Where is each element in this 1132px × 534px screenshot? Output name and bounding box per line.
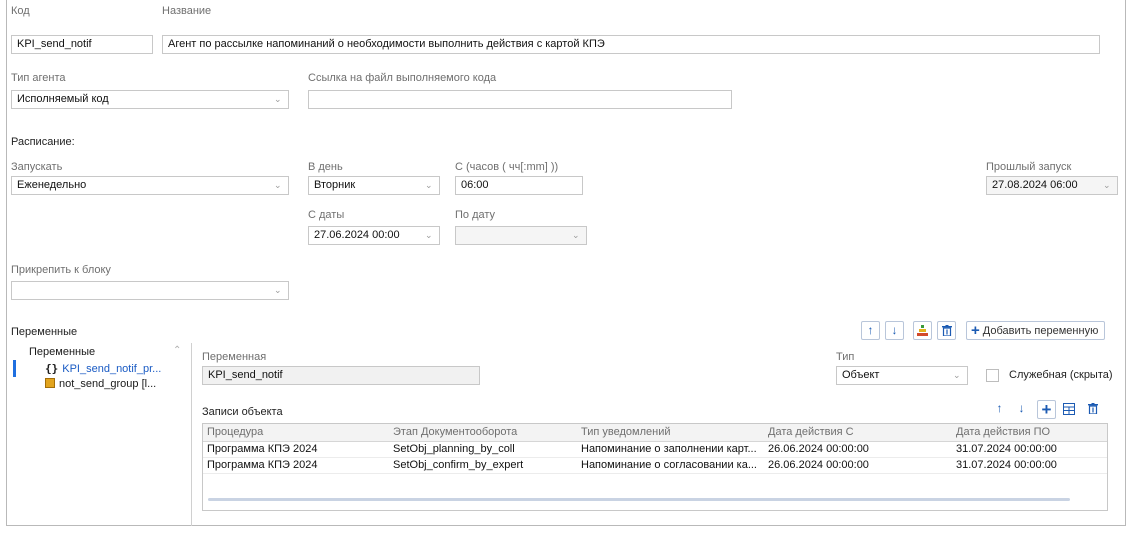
add-variable-button[interactable]: + Добавить переменную [966, 321, 1106, 340]
code-link-field[interactable] [308, 90, 732, 109]
table-cell: 31.07.2024 00:00:00 [952, 457, 1107, 474]
run-value: Еженедельно [17, 179, 87, 191]
column-header[interactable]: Дата действия ПО [952, 424, 1107, 442]
trash-icon [1087, 403, 1098, 415]
add-variable-label: Добавить переменную [982, 325, 1099, 337]
column-header[interactable]: Процедура [203, 424, 389, 442]
table-cell: 26.06.2024 00:00:00 [764, 441, 952, 458]
arrow-up-icon: ↑ [867, 323, 874, 337]
attach-block-select[interactable]: ⌄ [11, 281, 289, 300]
to-date-label: По дату [455, 209, 496, 221]
service-checkbox[interactable] [986, 369, 999, 382]
records-table: Процедура Этап Документооборота Тип увед… [203, 424, 1107, 474]
chevron-down-icon: ⌄ [274, 180, 282, 190]
type-label: Тип [836, 351, 855, 363]
plus-icon: + [971, 322, 980, 339]
variable-name-field[interactable]: KPI_send_notif [202, 366, 480, 385]
from-date-field[interactable]: 27.06.2024 00:00 ⌄ [308, 226, 440, 245]
name-field[interactable]: Агент по рассылке напоминаний о необходи… [162, 35, 1100, 54]
run-select[interactable]: Еженедельно ⌄ [11, 176, 289, 195]
attach-block-label: Прикрепить к блоку [11, 264, 111, 276]
tree-item-variable[interactable]: {} KPI_send_notif_pr... [45, 362, 161, 375]
chevron-down-icon: ⌄ [425, 180, 433, 190]
arrow-down-icon: ↓ [891, 323, 898, 337]
record-edit-button[interactable] [1059, 400, 1078, 419]
chevron-down-icon: ⌄ [274, 94, 282, 104]
sort-button[interactable] [913, 321, 932, 340]
last-run-value: 27.08.2024 06:00 [992, 179, 1078, 191]
records-label: Записи объекта [202, 406, 283, 418]
column-header[interactable]: Этап Документооборота [389, 424, 577, 442]
time-label: С (часов ( чч[:mm] )) [455, 161, 559, 173]
chevron-down-icon: ⌄ [953, 370, 961, 380]
schedule-heading: Расписание: [11, 136, 75, 148]
trash-icon [941, 325, 952, 337]
last-run-label: Прошлый запуск [986, 161, 1072, 173]
chevron-down-icon: ⌄ [1103, 180, 1111, 190]
service-checkbox-label: Служебная (скрыта) [1009, 369, 1113, 381]
agent-type-select[interactable]: Исполняемый код ⌄ [11, 90, 289, 109]
braces-icon: {} [45, 362, 59, 375]
table-cell: Напоминание о заполнении карт... [577, 441, 764, 458]
record-add-button[interactable]: + [1037, 400, 1056, 419]
arrow-up-icon: ↑ [996, 401, 1003, 415]
table-cell: 26.06.2024 00:00:00 [764, 457, 952, 474]
color-stack-icon [917, 325, 928, 336]
table-cell: SetObj_confirm_by_expert [389, 457, 577, 474]
chevron-up-icon[interactable]: ⌃ [173, 345, 181, 356]
move-up-button[interactable]: ↑ [861, 321, 880, 340]
agent-type-value: Исполняемый код [17, 93, 109, 105]
record-move-down-button[interactable]: ↓ [1012, 400, 1031, 419]
variables-section-label: Переменные [11, 326, 78, 338]
agent-type-label: Тип агента [11, 72, 66, 84]
column-header[interactable]: Тип уведомлений [577, 424, 764, 442]
day-select[interactable]: Вторник ⌄ [308, 176, 440, 195]
code-label: Код [11, 5, 30, 17]
run-label: Запускать [11, 161, 63, 173]
agent-form: Код KPI_send_notif Название Агент по рас… [6, 0, 1126, 526]
time-field[interactable]: 06:00 [455, 176, 583, 195]
chevron-down-icon: ⌄ [572, 230, 580, 240]
to-date-field[interactable]: ⌄ [455, 226, 587, 245]
list-icon [45, 378, 55, 388]
chevron-down-icon: ⌄ [274, 285, 282, 295]
record-move-up-button[interactable]: ↑ [990, 400, 1009, 419]
day-value: Вторник [314, 179, 356, 191]
last-run-field[interactable]: 27.08.2024 06:00 ⌄ [986, 176, 1118, 195]
table-cell: SetObj_planning_by_coll [389, 441, 577, 458]
type-select[interactable]: Объект ⌄ [836, 366, 968, 385]
arrow-down-icon: ↓ [1018, 401, 1025, 415]
tree-item-variable[interactable]: not_send_group [l... [45, 378, 156, 390]
table-edit-icon [1062, 403, 1075, 415]
code-field[interactable]: KPI_send_notif [11, 35, 153, 54]
type-value: Объект [842, 369, 880, 381]
table-cell: Программа КПЭ 2024 [203, 441, 389, 458]
tree-item-label: KPI_send_notif_pr... [62, 363, 162, 375]
tree-item-label: not_send_group [l... [59, 378, 157, 390]
column-header[interactable]: Дата действия С [764, 424, 952, 442]
plus-icon: + [1041, 400, 1052, 419]
table-row[interactable]: Программа КПЭ 2024 SetObj_confirm_by_exp… [203, 457, 1107, 474]
day-label: В день [308, 161, 343, 173]
table-cell: Программа КПЭ 2024 [203, 457, 389, 474]
horizontal-scrollbar[interactable] [208, 498, 1070, 501]
table-row[interactable]: Программа КПЭ 2024 SetObj_planning_by_co… [203, 441, 1107, 458]
delete-variable-button[interactable] [937, 321, 956, 340]
records-grid: Процедура Этап Документооборота Тип увед… [202, 423, 1108, 511]
variable-label: Переменная [202, 351, 267, 363]
table-cell: 31.07.2024 00:00:00 [952, 441, 1107, 458]
from-date-label: С даты [308, 209, 345, 221]
move-down-button[interactable]: ↓ [885, 321, 904, 340]
table-cell: Напоминание о согласовании ка... [577, 457, 764, 474]
chevron-down-icon: ⌄ [425, 230, 433, 240]
tree-root[interactable]: Переменные [29, 346, 95, 358]
code-link-label: Ссылка на файл выполняемого кода [308, 72, 497, 84]
tree-divider [191, 343, 192, 526]
table-header-row: Процедура Этап Документооборота Тип увед… [203, 424, 1107, 442]
tree-selection-marker [13, 360, 16, 377]
record-delete-button[interactable] [1083, 400, 1102, 419]
from-date-value: 27.06.2024 00:00 [314, 229, 400, 241]
name-label: Название [162, 5, 212, 17]
